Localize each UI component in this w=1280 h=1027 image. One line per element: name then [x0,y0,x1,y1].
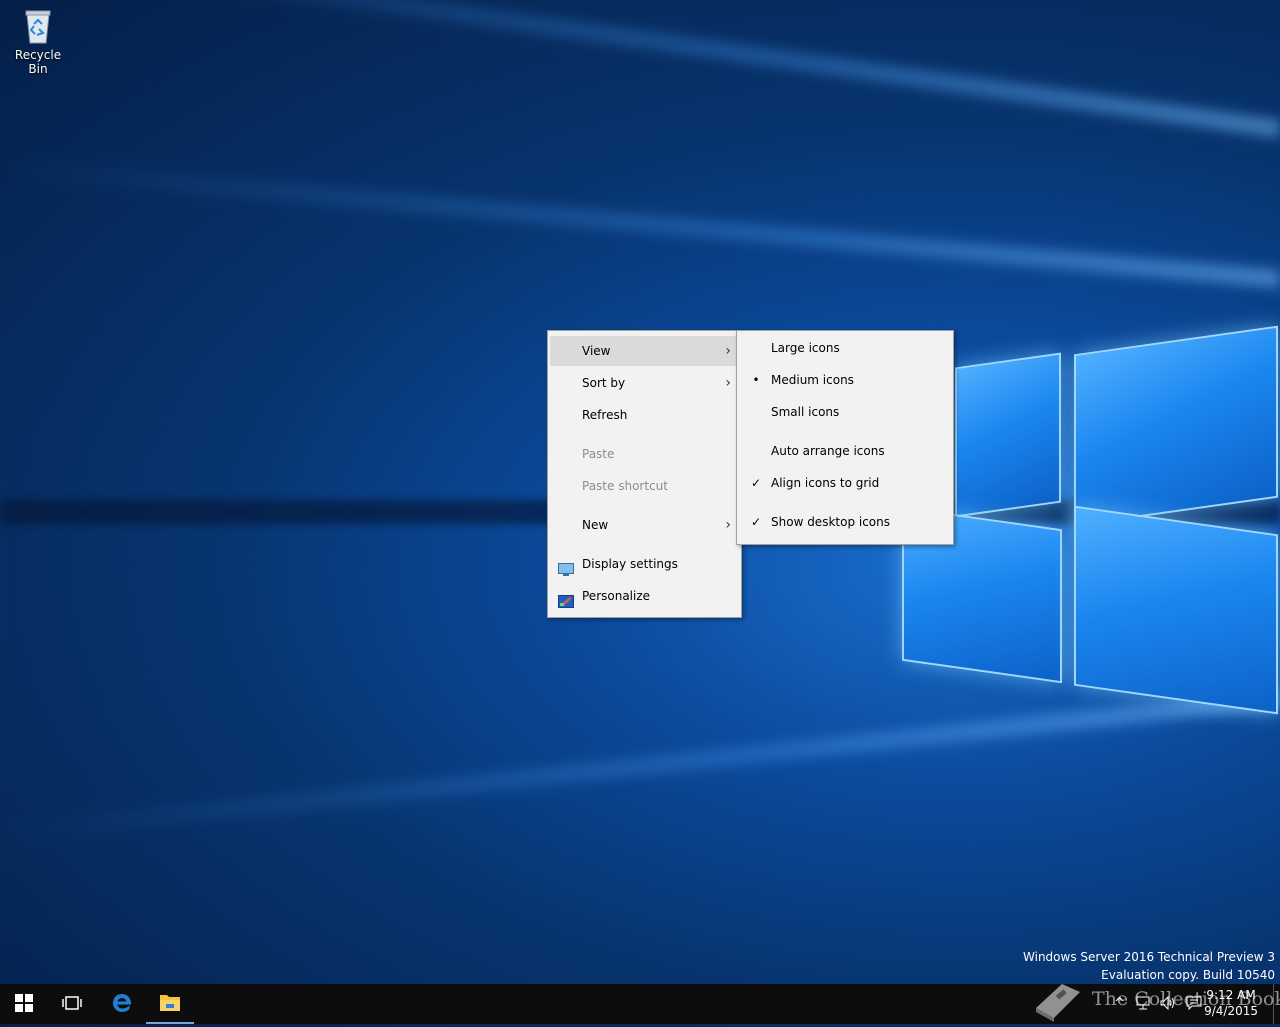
submenu-item-label: Align icons to grid [771,476,880,490]
menu-item-sort-by[interactable]: Sort by › [550,368,739,398]
submenu-item-auto-arrange[interactable]: Auto arrange icons [739,436,951,466]
submenu-item-label: Large icons [771,341,840,355]
brand-text: The Collection Book [1092,988,1280,1010]
menu-item-label: New [582,518,609,532]
submenu-item-label: Medium icons [771,373,854,387]
menu-item-label: Sort by [582,376,626,390]
submenu-item-medium-icons[interactable]: • Medium icons [739,365,951,395]
wallpaper-light-beam [4,158,1280,288]
chevron-right-icon: › [725,375,731,391]
submenu-item-large-icons[interactable]: Large icons [739,333,951,363]
menu-item-paste: Paste [550,439,739,469]
book-icon [1032,978,1084,1027]
view-submenu: Large icons • Medium icons Small icons A… [736,330,954,545]
checkmark-icon: ✓ [750,515,762,529]
menu-item-label: View [582,344,611,358]
desktop-background[interactable]: Recycle Bin View › Sort by › Refresh Pas… [0,0,1280,984]
personalize-icon [558,589,574,608]
edge-icon [111,992,133,1017]
radio-selected-icon: • [752,373,760,387]
menu-item-label: Display settings [582,557,678,571]
file-explorer-icon [159,992,181,1015]
file-explorer-taskbar-button[interactable] [146,984,194,1024]
chevron-right-icon: › [725,343,731,359]
menu-item-view[interactable]: View › [550,336,739,366]
submenu-item-label: Show desktop icons [771,515,891,529]
submenu-item-align-to-grid[interactable]: ✓ Align icons to grid [739,468,951,498]
menu-item-label: Personalize [582,589,651,603]
wallpaper-logo-pane [1074,505,1278,715]
recycle-bin-desktop-icon[interactable]: Recycle Bin [4,8,72,76]
task-view-icon [62,995,82,1014]
menu-item-label: Refresh [582,408,628,422]
submenu-item-show-desktop-icons[interactable]: ✓ Show desktop icons [739,507,951,537]
wallpaper-light-beam [11,0,1280,138]
checkmark-icon: ✓ [750,476,762,490]
submenu-item-label: Auto arrange icons [771,444,885,458]
desktop-context-menu: View › Sort by › Refresh Paste Paste sho… [547,330,742,618]
menu-item-label: Paste [582,447,615,461]
edge-taskbar-button[interactable] [98,984,146,1024]
menu-item-new[interactable]: New › [550,510,739,540]
brand-overlay: The Collection Book [1028,974,1280,1024]
recycle-bin-label: Recycle Bin [14,48,62,76]
task-view-button[interactable] [48,984,96,1024]
display-settings-icon [558,557,574,576]
menu-item-label: Paste shortcut [582,479,668,493]
menu-item-refresh[interactable]: Refresh [550,400,739,430]
submenu-item-label: Small icons [771,405,840,419]
chevron-right-icon: › [725,517,731,533]
start-button[interactable] [0,984,48,1024]
menu-item-personalize[interactable]: Personalize [550,581,739,611]
watermark-line-1: Windows Server 2016 Technical Preview 3 [1023,950,1275,964]
recycle-bin-icon [22,8,54,44]
submenu-item-small-icons[interactable]: Small icons [739,397,951,427]
start-icon [15,993,33,1015]
wallpaper-light-beam [6,690,1280,842]
wallpaper-logo-pane [955,352,1061,518]
wallpaper-logo-pane [1074,325,1278,527]
menu-item-display-settings[interactable]: Display settings [550,549,739,579]
menu-item-paste-shortcut: Paste shortcut [550,471,739,501]
